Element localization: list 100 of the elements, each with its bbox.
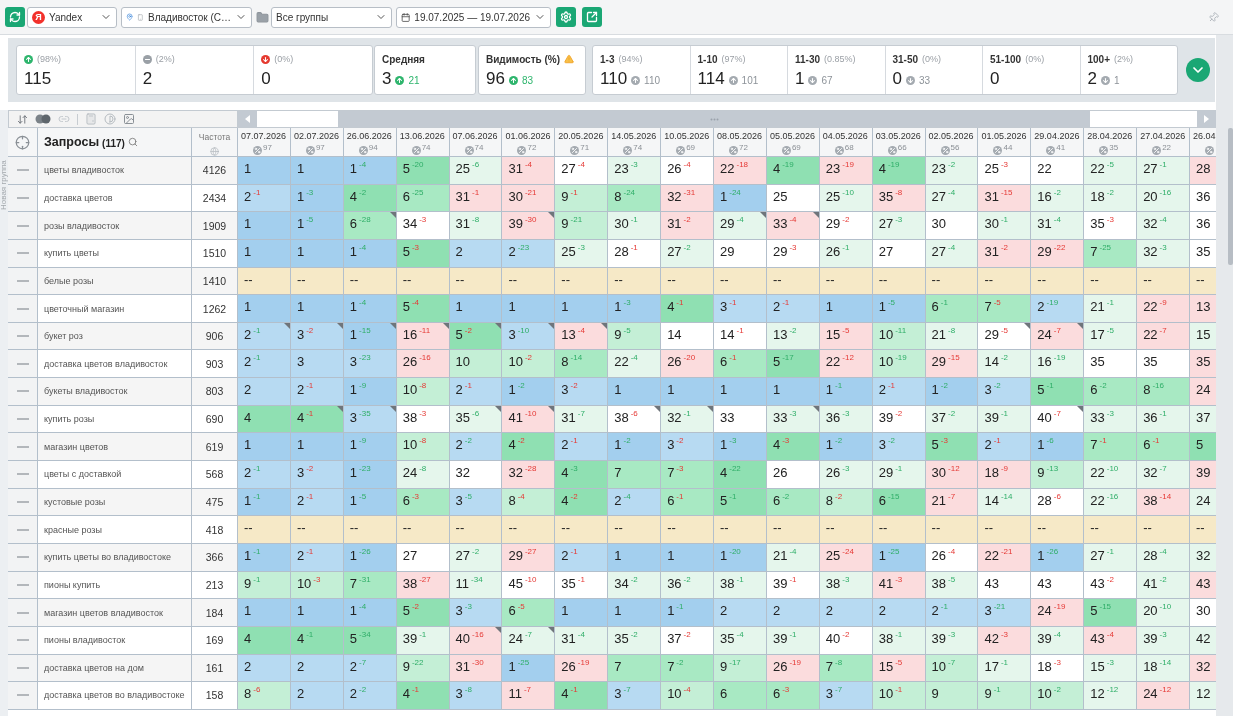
- rank-change: -1: [570, 437, 578, 446]
- frequency-cell: 619: [192, 433, 238, 462]
- refresh-button[interactable]: [5, 7, 25, 27]
- rank-value: 1: [508, 659, 516, 673]
- calendar-icon: [401, 11, 411, 23]
- rank-change: -1: [570, 188, 578, 197]
- rank-value: 2: [244, 355, 252, 369]
- rank-value: 38: [402, 410, 418, 424]
- region-select[interactable]: Владивосток (С…: [121, 6, 252, 28]
- calculator-icon[interactable]: [85, 113, 97, 125]
- rank-value: 36: [1196, 189, 1211, 203]
- rank-value: --: [244, 272, 253, 286]
- rank-value: 35: [1196, 244, 1211, 258]
- rank-value: 1: [296, 162, 305, 175]
- rank-change: -7: [623, 686, 631, 695]
- export-button[interactable]: [582, 7, 602, 27]
- rank-change: -7: [359, 658, 367, 667]
- rank-value: 6: [720, 687, 728, 701]
- rank-change: -5: [517, 603, 525, 612]
- rank-value: 22: [614, 355, 629, 369]
- expand-button[interactable]: [1186, 58, 1210, 82]
- link-icon[interactable]: [58, 113, 70, 125]
- rank-change: -4: [1053, 216, 1061, 225]
- rank-value: --: [984, 521, 994, 535]
- column-score: 97: [315, 144, 325, 152]
- stat-change: 110: [644, 74, 661, 86]
- column-score: 41: [1056, 144, 1066, 152]
- rank-change: -3: [411, 492, 420, 501]
- rank-value: 1: [508, 383, 516, 397]
- rank-value: --: [1090, 272, 1099, 286]
- settings-button[interactable]: [556, 7, 576, 27]
- query-cell: магазин цветов: [38, 433, 192, 462]
- rank-change: -2: [359, 188, 367, 197]
- column-score: 56: [950, 144, 960, 152]
- rank-value: 1: [244, 604, 252, 618]
- query-cell: розы владивосток: [38, 212, 192, 240]
- query-cell: магазин цветов владивосток: [38, 599, 192, 627]
- rank-value: 33: [772, 410, 788, 424]
- rank-value: 27: [402, 548, 418, 562]
- rank-value: 43: [1090, 576, 1105, 590]
- rank-value: 31: [1037, 217, 1052, 231]
- rank-change: -3: [782, 437, 790, 446]
- image-icon[interactable]: [123, 113, 135, 125]
- rank-value: 2: [772, 300, 781, 314]
- rank-value: 15: [1196, 327, 1211, 341]
- scroll-left-button[interactable]: [238, 111, 257, 127]
- scrollbar-track[interactable]: [1216, 35, 1233, 716]
- rank-value: 26: [667, 355, 682, 369]
- rank-change: -4: [630, 354, 638, 363]
- rank-value: 1: [244, 548, 252, 562]
- rank-value: 3: [825, 687, 834, 701]
- dash-icon: [16, 694, 29, 697]
- rank-value: 9: [931, 687, 939, 701]
- scrollbar-thumb[interactable]: [1228, 128, 1233, 265]
- crosshair-icon[interactable]: [15, 134, 30, 150]
- rank-change: -4: [789, 547, 797, 556]
- rank-change: -4: [736, 630, 744, 639]
- rank-change: -2: [623, 437, 631, 446]
- stat-value: 1: [795, 69, 805, 89]
- period-select[interactable]: 19.07.2025 — 19.07.2026: [396, 6, 551, 28]
- rank-change: -2: [782, 492, 790, 501]
- rank-value: 22: [1090, 493, 1105, 507]
- scroll-right-button[interactable]: [1197, 111, 1216, 127]
- rank-change: -15: [1099, 603, 1112, 612]
- rank-change: -19: [577, 658, 590, 667]
- contrast-icon[interactable]: [104, 113, 116, 125]
- rank-change: -35: [359, 409, 371, 418]
- toggle-icon[interactable]: [35, 114, 51, 124]
- rank-value: --: [296, 272, 306, 286]
- rank-value: 3: [984, 383, 992, 397]
- rank-value: 1: [296, 189, 305, 203]
- group-select[interactable]: Все группы: [271, 6, 392, 28]
- rank-change: -5: [895, 658, 903, 667]
- rank-value: 10: [878, 327, 894, 341]
- rank-value: 11: [508, 687, 522, 701]
- rank-change: -19: [895, 354, 907, 363]
- column-date: 07.06.2026: [452, 131, 498, 142]
- scrollbar-thumb[interactable]: [338, 111, 1090, 127]
- rank-value: 30: [614, 217, 629, 231]
- rank-change: -5: [1000, 326, 1009, 335]
- engine-select[interactable]: Я Yandex: [27, 6, 117, 28]
- rank-change: -2: [948, 161, 956, 169]
- rank-change: -1: [895, 465, 903, 474]
- rank-change: -3: [1106, 216, 1114, 225]
- rank-value: 13: [772, 327, 788, 341]
- rank-change: -1: [1000, 409, 1009, 418]
- rank-change: -9: [1159, 299, 1167, 308]
- rank-change: -5: [623, 326, 631, 335]
- rank-change: -1: [789, 575, 797, 584]
- query-cell: доставка цветов: [38, 184, 192, 213]
- sort-icon[interactable]: [17, 113, 28, 125]
- rank-change: -2: [676, 437, 684, 446]
- rank-value: 3: [561, 383, 569, 397]
- rank-value: 30: [931, 466, 947, 480]
- search-icon[interactable]: [127, 137, 138, 147]
- rank-change: -6: [472, 161, 480, 169]
- rank-change: -2: [411, 603, 420, 612]
- rank-value: 8: [825, 493, 834, 507]
- stat-value: 115: [24, 69, 53, 89]
- rank-change: -15: [1000, 188, 1013, 197]
